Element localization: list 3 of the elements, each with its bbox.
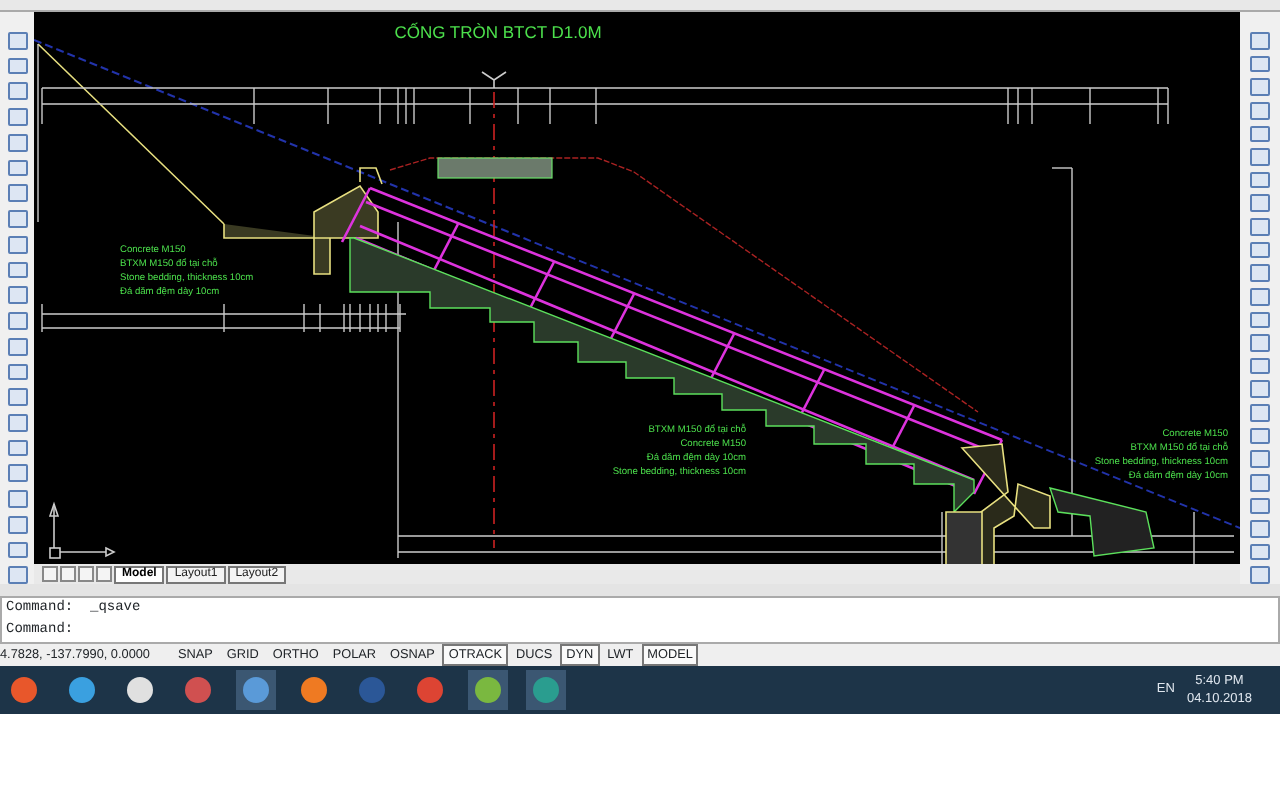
north-arrow-icon (481, 71, 507, 89)
ucs-axis-icon (48, 501, 116, 559)
drawing-title: CỐNG TRÒN BTCT D1.0M (394, 22, 602, 42)
